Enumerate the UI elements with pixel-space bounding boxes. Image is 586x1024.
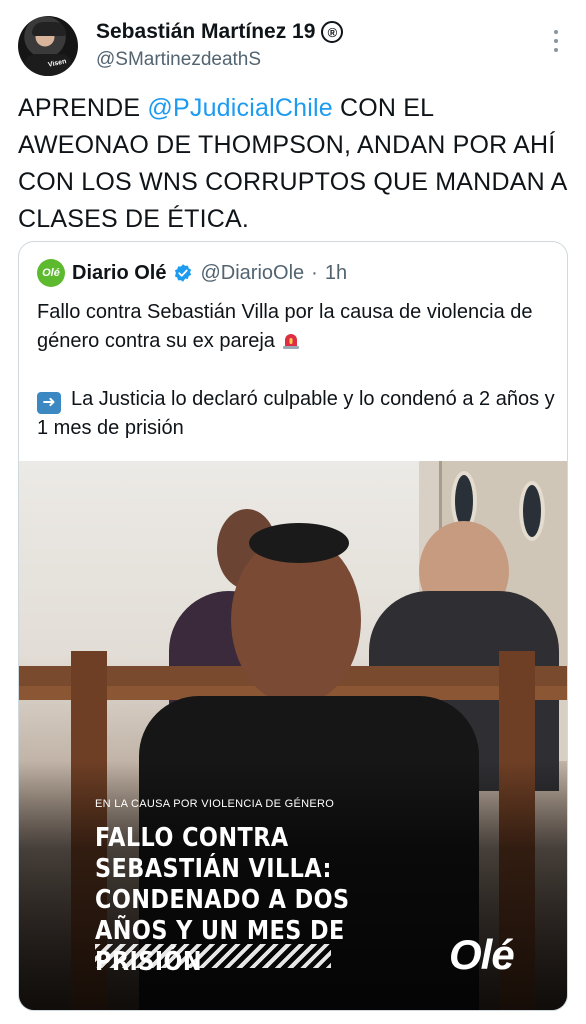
registered-icon: ®: [321, 21, 344, 43]
author-name[interactable]: Sebastián Martínez 19: [96, 20, 315, 44]
tweet-header: Visen Sebastián Martínez 19 ® @SMartinez…: [18, 16, 568, 80]
dot: [554, 39, 558, 43]
quoted-author-handle[interactable]: @DiarioOle: [200, 262, 304, 285]
avatar-cap: [32, 22, 66, 36]
ole-logo: Olé: [449, 931, 515, 978]
quoted-media-image[interactable]: EN LA CAUSA POR VIOLENCIA DE GÉNERO FALL…: [19, 461, 567, 1010]
mention-link[interactable]: @PJudicialChile: [147, 94, 332, 122]
quoted-line-2: La Justicia lo declaró culpable y lo con…: [37, 388, 555, 439]
verified-icon: [175, 264, 192, 282]
quoted-avatar[interactable]: Olé: [37, 259, 65, 287]
separator-dot: ·: [311, 261, 318, 284]
quoted-header: Olé Diario Olé @DiarioOle · 1h: [37, 259, 347, 287]
dot: [554, 30, 558, 34]
subject-hair: [249, 523, 349, 563]
author-avatar[interactable]: Visen: [18, 16, 78, 76]
quoted-timestamp[interactable]: 1h: [325, 262, 347, 285]
quoted-author-name[interactable]: Diario Olé: [72, 262, 166, 285]
decorative-stripes: [95, 944, 331, 968]
media-kicker: EN LA CAUSA POR VIOLENCIA DE GÉNERO: [95, 798, 335, 810]
right-arrow-icon: ➜: [37, 392, 61, 414]
tweet-text-prefix: APRENDE: [18, 94, 148, 122]
door-window: [519, 481, 545, 541]
author-handle[interactable]: @SMartinezdeathS: [96, 49, 261, 71]
quoted-tweet[interactable]: Olé Diario Olé @DiarioOle · 1h Fallo con…: [18, 241, 568, 1011]
dot: [554, 48, 558, 52]
tweet-text: APRENDE @PJudicialChile CON EL AWEONAO D…: [18, 90, 568, 238]
more-options-icon[interactable]: [554, 30, 560, 52]
quoted-paragraph-1: Fallo contra Sebastián Villa por la caus…: [37, 298, 557, 356]
siren-icon: [282, 334, 299, 349]
quoted-paragraph-2: ➜ La Justicia lo declaró culpable y lo co…: [37, 385, 557, 443]
author-name-row: Sebastián Martínez 19 ®: [96, 20, 344, 44]
quoted-body: Fallo contra Sebastián Villa por la caus…: [37, 298, 557, 443]
